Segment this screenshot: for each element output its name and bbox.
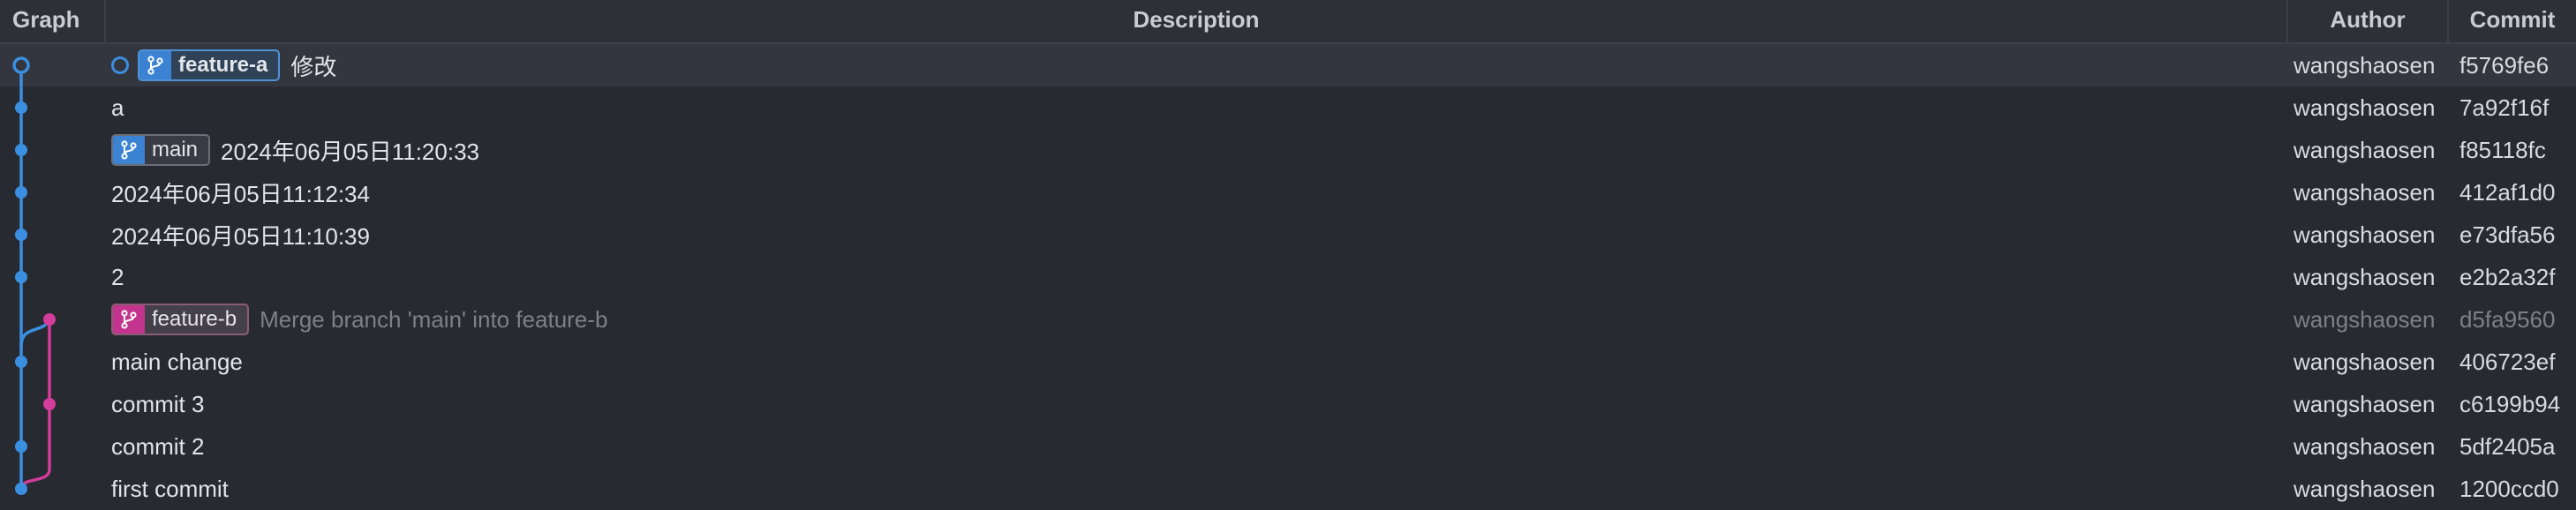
commit-description: main 2024年06月05日11:20:33 <box>111 129 479 171</box>
commit-author: wangshaosen <box>2294 221 2436 248</box>
header-description[interactable]: Description <box>106 0 2286 42</box>
branch-icon <box>139 51 171 79</box>
commit-hash[interactable]: 7a92f16f <box>2459 86 2549 129</box>
commit-graph <box>12 56 56 495</box>
commit-node[interactable] <box>15 440 27 453</box>
commit-message: 2024年06月05日11:10:39 <box>111 222 370 250</box>
commit-hash[interactable]: 1200ccd0 <box>2459 468 2559 510</box>
commit-row[interactable]: 2 wangshaosen e2b2a32f <box>0 256 2576 298</box>
commit-node[interactable] <box>12 56 30 74</box>
commit-row[interactable]: 2024年06月05日11:12:34 wangshaosen 412af1d0 <box>0 171 2576 214</box>
branch-label: feature-a <box>178 53 268 77</box>
commit-author: wangshaosen <box>2294 179 2436 206</box>
commit-hash[interactable]: 412af1d0 <box>2459 171 2555 214</box>
commit-node[interactable] <box>15 356 27 368</box>
commit-message: 2 <box>111 263 124 290</box>
commit-message: commit 2 <box>111 432 205 460</box>
branch-icon <box>113 136 145 164</box>
commit-description: commit 2 <box>111 425 204 468</box>
commit-row[interactable]: first commit wangshaosen 1200ccd0 <box>0 468 2576 510</box>
commit-row[interactable]: main 2024年06月05日11:20:33 wangshaosen f85118… <box>0 129 2576 171</box>
commit-description: commit 3 <box>111 383 204 425</box>
commit-message: 2024年06月05日11:20:33 <box>221 138 479 165</box>
commit-node[interactable] <box>43 313 56 326</box>
column-header: Graph Description Author Commit <box>0 0 2576 44</box>
branch-badge[interactable]: main <box>111 134 211 166</box>
commit-message: commit 3 <box>111 390 205 417</box>
commit-author: wangshaosen <box>2294 391 2436 417</box>
commit-author: wangshaosen <box>2294 264 2436 290</box>
branch-label: feature-b <box>152 307 237 331</box>
commit-row[interactable]: a wangshaosen 7a92f16f <box>0 86 2576 129</box>
branch-badge[interactable]: feature-a <box>138 49 281 81</box>
commit-node[interactable] <box>15 229 27 241</box>
commit-row[interactable]: commit 3 wangshaosen c6199b94 <box>0 383 2576 425</box>
commit-author: wangshaosen <box>2294 52 2436 79</box>
commit-description: feature-a 修改 <box>111 44 336 86</box>
commit-hash[interactable]: 406723ef <box>2459 341 2555 383</box>
head-marker-icon <box>111 56 129 74</box>
commit-description: first commit <box>111 468 229 510</box>
header-commit[interactable]: Commit <box>2449 0 2576 42</box>
commit-description: 2024年06月05日11:10:39 <box>111 214 370 256</box>
branch-label: main <box>152 138 199 161</box>
commit-list: feature-a 修改 wangshaosen f5769fe6 a wangshaos… <box>0 44 2576 510</box>
commit-author: wangshaosen <box>2294 476 2436 502</box>
commit-node[interactable] <box>15 483 27 495</box>
commit-author: wangshaosen <box>2294 349 2436 375</box>
commit-message: 2024年06月05日11:12:34 <box>111 180 370 207</box>
commit-row[interactable]: feature-a 修改 wangshaosen f5769fe6 <box>0 44 2576 86</box>
commit-description: main change <box>111 341 243 383</box>
branch-badge[interactable]: feature-b <box>111 304 250 335</box>
commit-node[interactable] <box>15 271 27 283</box>
commit-author: wangshaosen <box>2294 137 2436 163</box>
commit-node[interactable] <box>43 398 56 410</box>
commit-hash[interactable]: f85118fc <box>2459 129 2546 171</box>
commit-row[interactable]: feature-b Merge branch 'main' into featur… <box>0 298 2576 341</box>
commit-row[interactable]: 2024年06月05日11:10:39 wangshaosen e73dfa56 <box>0 214 2576 256</box>
commit-description: a <box>111 86 124 129</box>
commit-hash[interactable]: 5df2405a <box>2459 425 2555 468</box>
commit-author: wangshaosen <box>2294 433 2436 460</box>
commit-author: wangshaosen <box>2294 306 2436 333</box>
commit-message: first commit <box>111 475 229 502</box>
commit-hash[interactable]: d5fa9560 <box>2459 298 2555 341</box>
commit-hash[interactable]: e2b2a32f <box>2459 256 2555 298</box>
commit-message: 修改 <box>290 53 337 80</box>
commit-hash[interactable]: f5769fe6 <box>2459 44 2549 86</box>
branch-icon <box>113 305 145 334</box>
commit-description: feature-b Merge branch 'main' into featur… <box>111 298 607 341</box>
header-graph[interactable]: Graph <box>12 0 80 42</box>
commit-node[interactable] <box>15 144 27 156</box>
commit-row[interactable]: commit 2 wangshaosen 5df2405a <box>0 425 2576 468</box>
commit-message: main change <box>111 348 243 375</box>
commit-hash[interactable]: e73dfa56 <box>2459 214 2555 256</box>
commit-node[interactable] <box>15 101 27 114</box>
commit-node[interactable] <box>15 186 27 199</box>
commit-row[interactable]: main change wangshaosen 406723ef <box>0 341 2576 383</box>
commit-description: 2024年06月05日11:12:34 <box>111 171 370 214</box>
commit-message: Merge branch 'main' into feature-b <box>260 305 608 333</box>
commit-description: 2 <box>111 256 124 298</box>
commit-author: wangshaosen <box>2294 94 2436 121</box>
header-author[interactable]: Author <box>2288 0 2447 42</box>
commit-message: a <box>111 94 124 121</box>
commit-hash[interactable]: c6199b94 <box>2459 383 2560 425</box>
